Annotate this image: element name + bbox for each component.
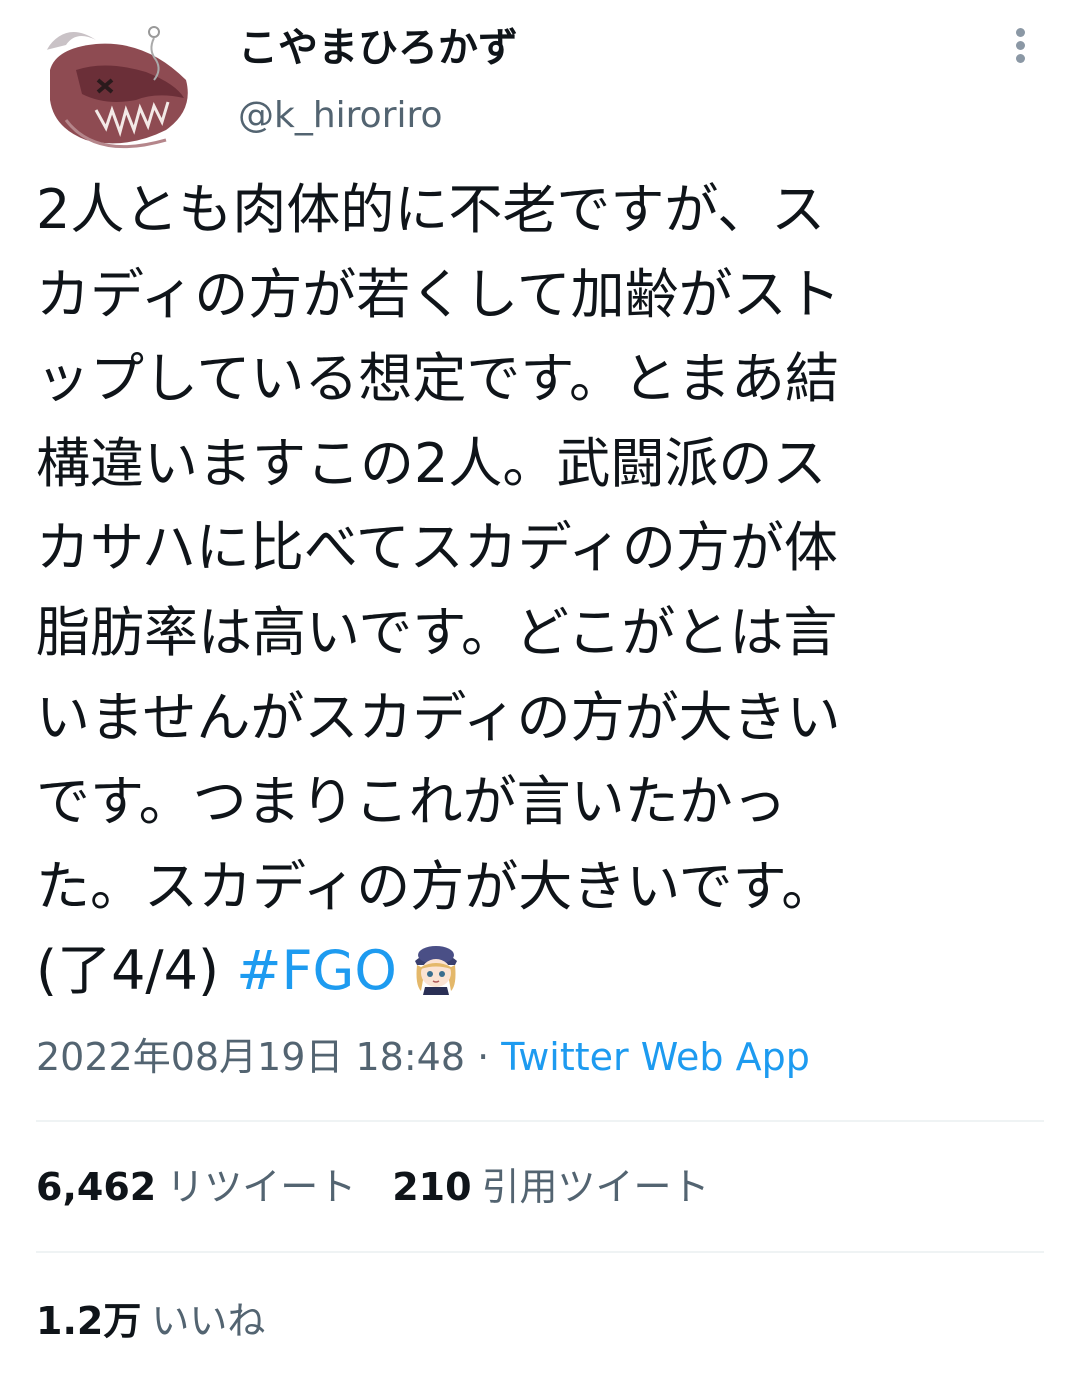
tweet-line: カディの方が若くして加齢がスト	[36, 262, 841, 326]
tweet-line: 脂肪率は高いです。どこがとは言	[36, 600, 838, 664]
quotes-count: 210	[392, 1165, 472, 1209]
avatar-image	[36, 10, 196, 170]
likes-count: 1.2万	[36, 1299, 142, 1343]
tweet-line: 構違いますこの2人。武闘派のス	[36, 431, 827, 495]
tweet-last-line: (了4/4) #FGO	[36, 929, 1046, 1014]
user-handle[interactable]: @k_hiroriro	[238, 92, 443, 140]
quotes-label: 引用ツイート	[481, 1165, 710, 1209]
hashtag-link[interactable]: #FGO	[236, 939, 397, 1002]
more-options-icon[interactable]	[1004, 28, 1036, 68]
divider	[36, 1120, 1044, 1122]
display-name[interactable]: こやまひろかず	[238, 22, 518, 74]
quotes-stat[interactable]: 210 引用ツイート	[392, 1165, 709, 1209]
character-emoji-icon	[409, 939, 463, 997]
retweets-label: リツイート	[166, 1165, 357, 1209]
source-link[interactable]: Twitter Web App	[501, 1035, 810, 1079]
meta-separator: ·	[465, 1035, 502, 1079]
tweet-line: た。スカディの方が大きいです。	[36, 854, 836, 918]
retweet-stats-row: 6,462 リツイート 210 引用ツイート	[36, 1162, 746, 1212]
tweet-line: です。つまりこれが言いたかっ	[36, 770, 787, 834]
likes-stats-row: 1.2万 いいね	[36, 1296, 301, 1346]
avatar[interactable]	[36, 10, 196, 170]
tweet-text: 2人とも肉体的に不老ですが、ス カディの方が若くして加齢がスト ップしている想定…	[36, 168, 1046, 1014]
tweet-line: カサハに比べてスカディの方が体	[36, 516, 838, 580]
likes-stat[interactable]: 1.2万 いいね	[36, 1299, 265, 1343]
likes-label: いいね	[151, 1299, 266, 1343]
tweet-line: ップしている想定です。とまあ結	[36, 347, 839, 411]
tweet-meta: 2022年08月19日 18:48 · Twitter Web App	[36, 1032, 810, 1082]
tweet-line: 2人とも肉体的に不老ですが、ス	[36, 178, 826, 241]
retweets-count: 6,462	[36, 1165, 157, 1209]
retweets-stat[interactable]: 6,462 リツイート	[36, 1165, 356, 1209]
tweet-line-prefix: (了4/4)	[36, 939, 237, 1003]
timestamp[interactable]: 2022年08月19日 18:48	[36, 1035, 465, 1079]
divider	[36, 1251, 1044, 1253]
tweet-line: いませんがスカディの方が大きい	[36, 685, 841, 749]
